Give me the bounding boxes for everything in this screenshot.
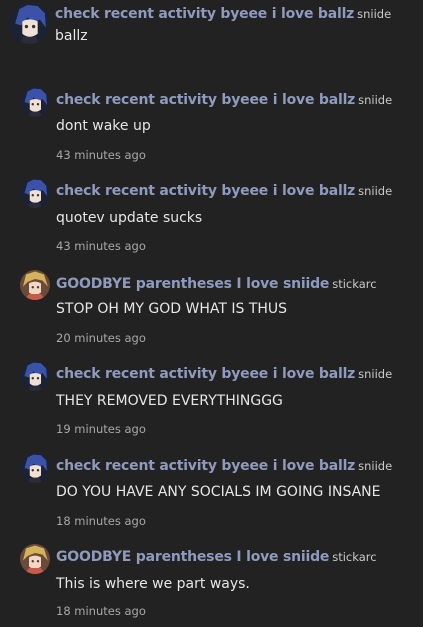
comment-author-username[interactable]: sniide <box>358 184 392 198</box>
comment-author-name[interactable]: check recent activity byeee i love ballz <box>56 458 355 474</box>
comment-timestamp: 20 minutes ago <box>56 331 146 345</box>
blue-hair-avatar-icon <box>20 87 50 117</box>
comment-text: dont wake up <box>56 118 151 134</box>
comment-text: DO YOU HAVE ANY SOCIALS IM GOING INSANE <box>56 484 381 500</box>
comment-author-username[interactable]: sniide <box>358 459 392 473</box>
comment-reply: check recent activity byeee i love ballz… <box>0 87 423 167</box>
blue-hair-avatar-icon <box>20 361 50 391</box>
comment-author-username[interactable]: stickarc <box>332 550 376 564</box>
comment-timestamp: 43 minutes ago <box>56 239 146 253</box>
comment-author-name[interactable]: check recent activity byeee i love ballz <box>56 183 355 199</box>
user-avatar[interactable] <box>20 453 50 483</box>
comment-author-name[interactable]: check recent activity byeee i love ballz <box>55 6 354 22</box>
blonde-hair-avatar-icon <box>20 270 50 300</box>
user-avatar[interactable] <box>20 361 50 391</box>
comment-timestamp: 19 minutes ago <box>56 422 146 436</box>
comment-reply: check recent activity byeee i love ballz… <box>0 178 423 258</box>
comment-author-username[interactable]: stickarc <box>332 277 376 291</box>
comment-timestamp: 18 minutes ago <box>56 604 146 618</box>
comment-author-name[interactable]: check recent activity byeee i love ballz <box>56 92 355 108</box>
comment-text: ballz <box>55 28 88 44</box>
comment-reply: GOODBYE parentheses I love sniide stickar… <box>0 270 423 350</box>
comment-item: check recent activity byeee i love ballz… <box>0 0 423 60</box>
comment-text: This is where we part ways. <box>56 576 250 592</box>
comment-text: STOP OH MY GOD WHAT IS THUS <box>56 301 288 317</box>
user-avatar[interactable] <box>20 544 50 574</box>
blue-hair-avatar-icon <box>20 453 50 483</box>
comment-timestamp: 18 minutes ago <box>56 514 146 528</box>
comment-author-username[interactable]: sniide <box>358 93 392 107</box>
user-avatar[interactable] <box>9 3 50 44</box>
user-avatar[interactable] <box>20 270 50 300</box>
blonde-hair-avatar-icon <box>20 544 50 574</box>
comment-author-name[interactable]: GOODBYE parentheses I love sniide <box>56 549 329 565</box>
comment-text: quotev update sucks <box>56 210 203 226</box>
comment-reply: check recent activity byeee i love ballz… <box>0 361 423 441</box>
comment-author-name[interactable]: GOODBYE parentheses I love sniide <box>56 276 329 292</box>
comment-reply: GOODBYE parentheses I love sniide stickar… <box>0 544 423 624</box>
blue-hair-avatar-icon <box>20 178 50 208</box>
comment-timestamp: 43 minutes ago <box>56 148 146 162</box>
user-avatar[interactable] <box>20 87 50 117</box>
user-avatar[interactable] <box>20 178 50 208</box>
comment-author-username[interactable]: sniide <box>357 7 391 21</box>
comment-author-username[interactable]: sniide <box>358 367 392 381</box>
comment-author-name[interactable]: check recent activity byeee i love ballz <box>56 366 355 382</box>
blue-hair-avatar-icon <box>9 3 50 44</box>
comment-text: THEY REMOVED EVERYTHINGGG <box>56 393 283 409</box>
comment-reply: check recent activity byeee i love ballz… <box>0 453 423 533</box>
